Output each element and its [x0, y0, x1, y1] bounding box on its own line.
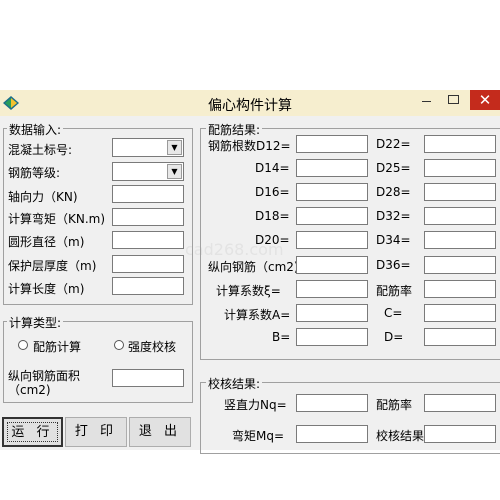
rebar-area-input[interactable]: [112, 369, 184, 387]
concrete-grade-label: 混凝土标号:: [8, 143, 73, 157]
check-result-output[interactable]: [424, 425, 496, 443]
concrete-grade-select[interactable]: ▼: [112, 138, 184, 157]
d18-label: D18=: [255, 209, 290, 223]
moment-label: 弯矩Mq=: [232, 429, 285, 443]
length-label: 计算长度（m): [8, 282, 85, 296]
d25-output[interactable]: [424, 159, 496, 177]
d25-label: D25=: [376, 161, 411, 175]
strength-check-radio[interactable]: [114, 340, 124, 350]
c-label: C=: [384, 306, 403, 320]
chevron-down-icon[interactable]: ▼: [167, 140, 182, 155]
diameter-label: 圆形直径（m): [8, 235, 85, 249]
d20-output[interactable]: [296, 231, 368, 249]
app-window: 偏心构件计算 ✕ cad268.com 数据输入: 混凝土标号: ▼ 钢筋等级:…: [0, 90, 500, 454]
rebar-grade-select[interactable]: ▼: [112, 162, 184, 181]
result-group-legend: 配筋结果:: [206, 121, 263, 138]
axial-force-label: 轴向力（KN): [8, 190, 78, 204]
minimize-icon: [422, 101, 431, 102]
d16-label: D16=: [255, 185, 290, 199]
d22-label: D22=: [376, 137, 411, 151]
ratio-output[interactable]: [424, 280, 496, 298]
reinforcement-option-label[interactable]: 配筋计算: [33, 338, 81, 355]
b-output[interactable]: [296, 328, 368, 346]
d22-output[interactable]: [424, 135, 496, 153]
close-button[interactable]: ✕: [470, 90, 500, 110]
d28-output[interactable]: [424, 183, 496, 201]
print-button[interactable]: 打 印: [65, 417, 127, 447]
d32-output[interactable]: [424, 207, 496, 225]
rebar-count-d12-label: 钢筋根数D12=: [208, 139, 291, 153]
check-result-label: 校核结果: [376, 429, 425, 443]
b-label: B=: [272, 330, 291, 344]
title-bar: 偏心构件计算 ✕: [0, 90, 500, 116]
cover-label: 保护层厚度（m): [8, 259, 97, 273]
maximize-icon: [448, 95, 459, 104]
d-output[interactable]: [424, 328, 496, 346]
vertical-force-output[interactable]: [296, 394, 368, 412]
focus-rectangle: [7, 422, 58, 442]
reinforcement-radio[interactable]: [18, 340, 28, 350]
d14-label: D14=: [255, 161, 290, 175]
rebar-grade-label: 钢筋等级:: [8, 166, 61, 180]
ratio-label: 配筋率: [376, 284, 413, 298]
diameter-input[interactable]: [112, 231, 184, 249]
coef-a-output[interactable]: [296, 304, 368, 322]
vertical-force-label: 竖直力Nq=: [224, 398, 287, 412]
check-ratio-output[interactable]: [424, 394, 496, 412]
d-label: D=: [384, 330, 404, 344]
check-ratio-label: 配筋率: [376, 398, 413, 412]
long-rebar-label: 纵向钢筋（cm2): [208, 260, 299, 274]
maximize-button[interactable]: [440, 90, 466, 110]
coef-xi-label: 计算系数ξ=: [216, 284, 281, 298]
d20-label: D20=: [255, 233, 290, 247]
minimize-button[interactable]: [413, 90, 439, 110]
d14-output[interactable]: [296, 159, 368, 177]
d18-output[interactable]: [296, 207, 368, 225]
d32-label: D32=: [376, 209, 411, 223]
calc-type-legend: 计算类型:: [7, 314, 64, 331]
d12-output[interactable]: [296, 135, 368, 153]
run-button[interactable]: 运 行: [2, 417, 63, 447]
d36-output[interactable]: [424, 256, 496, 274]
coef-xi-output[interactable]: [296, 280, 368, 298]
d34-label: D34=: [376, 233, 411, 247]
rebar-area-label: 纵向钢筋面积（cm2): [8, 369, 81, 397]
strength-check-option-label[interactable]: 强度校核: [128, 338, 176, 355]
d16-output[interactable]: [296, 183, 368, 201]
check-group-legend: 校核结果:: [206, 375, 263, 392]
length-input[interactable]: [112, 277, 184, 295]
d36-label: D36=: [376, 258, 411, 272]
design-moment-label: 计算弯矩（KN.m): [8, 212, 106, 226]
exit-button-label: 退 出: [138, 424, 182, 439]
cover-input[interactable]: [112, 255, 184, 273]
d28-label: D28=: [376, 185, 411, 199]
moment-output[interactable]: [296, 425, 368, 443]
design-moment-input[interactable]: [112, 208, 184, 226]
d34-output[interactable]: [424, 231, 496, 249]
chevron-down-icon[interactable]: ▼: [167, 164, 182, 179]
c-output[interactable]: [424, 304, 496, 322]
long-rebar-output[interactable]: [296, 256, 368, 274]
exit-button[interactable]: 退 出: [129, 417, 191, 447]
input-group-legend: 数据输入:: [7, 121, 64, 138]
axial-force-input[interactable]: [112, 185, 184, 203]
close-icon: ✕: [478, 91, 492, 109]
coef-a-label: 计算系数A=: [224, 308, 291, 322]
print-button-label: 打 印: [74, 424, 118, 439]
